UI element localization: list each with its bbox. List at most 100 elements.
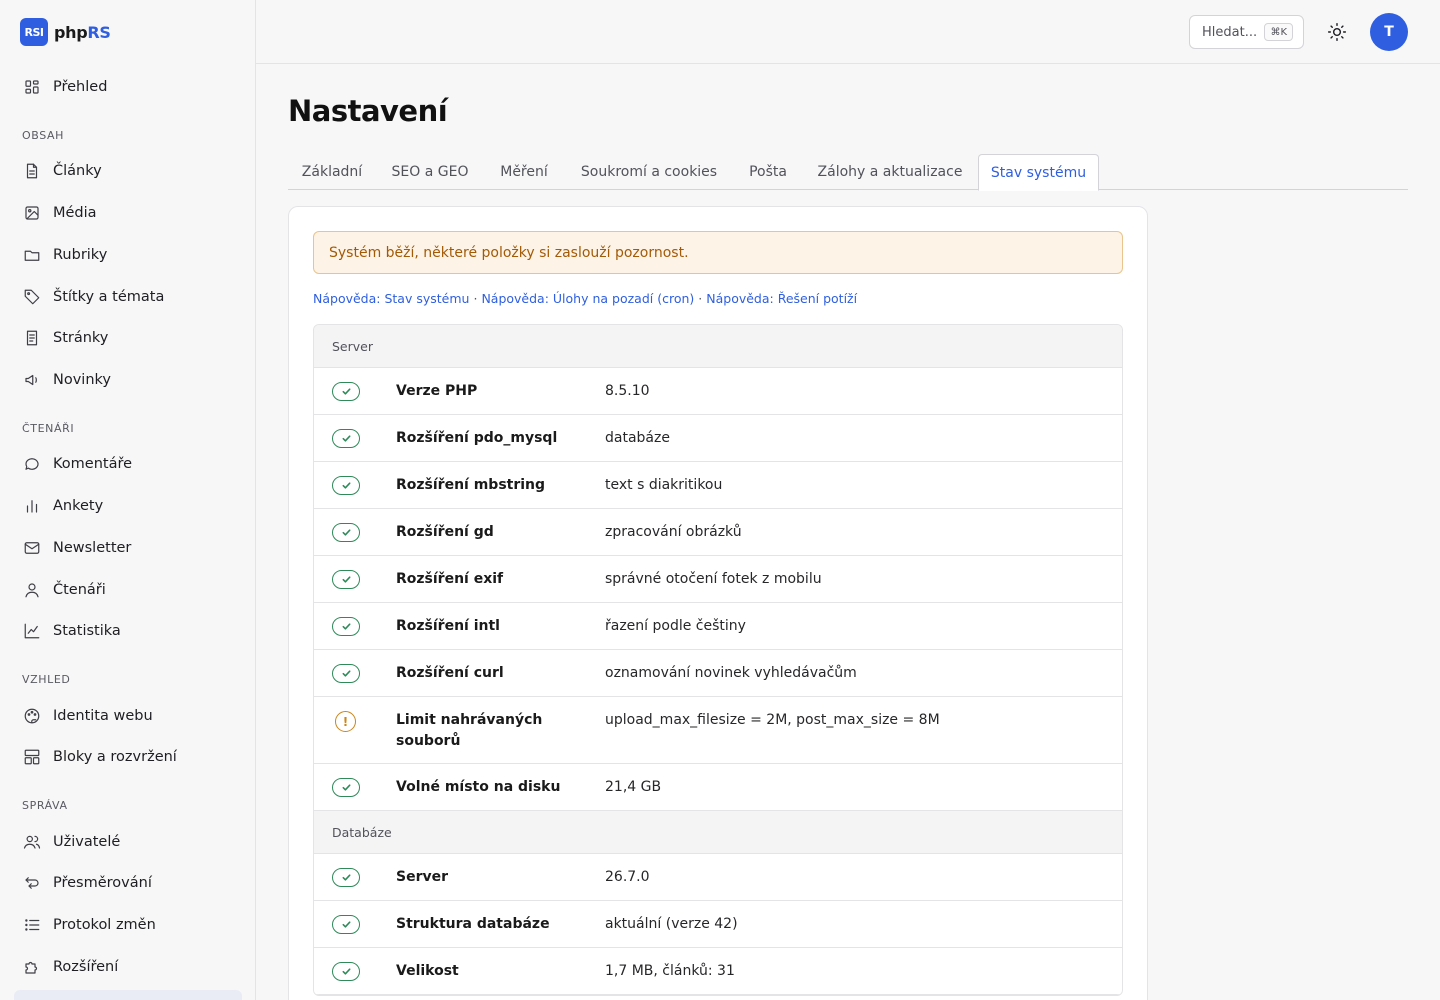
sidebar-item-novinky[interactable]: Novinky [14, 362, 242, 398]
sidebar-item-label: Uživatelé [53, 834, 121, 850]
brand[interactable]: RSI phpRS [20, 18, 111, 46]
row-name: Rozšíření exif [396, 571, 504, 587]
tab-posta[interactable]: Pošta [734, 154, 802, 190]
sun-icon[interactable] [1324, 19, 1350, 45]
help-link-napoveda-reseni-potizi[interactable]: Nápověda: Řešení potíží [706, 291, 857, 306]
puzzle-icon [22, 957, 42, 977]
check-icon [332, 962, 360, 981]
table-row: Server 26.7.0 [314, 854, 1122, 901]
sidebar-item-media[interactable]: Média [14, 195, 242, 231]
tab-stav-systemu[interactable]: Stav systému [978, 154, 1099, 191]
sidebar-item-ankety[interactable]: Ankety [14, 488, 242, 524]
avatar[interactable]: T [1370, 13, 1408, 51]
sidebar: RSI phpRS Přehled Obsah Články Média Rubriky… [0, 0, 256, 1000]
row-value: správné otočení fotek z mobilu [605, 571, 822, 587]
table-row: Rozšíření intl řazení podle češtiny [314, 603, 1122, 650]
sidebar-section-obsah: Obsah [22, 129, 64, 142]
layout-icon [22, 747, 42, 767]
search-button[interactable]: Hledat... ⌘K [1189, 15, 1304, 49]
sidebar-section-sprava: Správa [22, 799, 68, 812]
tab-mereni[interactable]: Měření [484, 154, 564, 190]
sidebar-item-ctenari[interactable]: Čtenáři [14, 572, 242, 608]
palette-icon [22, 706, 42, 726]
sidebar-item-protokol-zmen[interactable]: Protokol změn [14, 907, 242, 943]
sidebar-item-label: Přesměrování [53, 875, 152, 891]
sidebar-item-identita-webu[interactable]: Identita webu [14, 698, 242, 734]
sidebar-item-label: Protokol změn [53, 917, 156, 933]
sidebar-item-rozsireni[interactable]: Rozšíření [14, 949, 242, 985]
row-value: 21,4 GB [605, 779, 662, 795]
folder-icon [22, 245, 42, 265]
sidebar-section-ctenari: Čtenáři [22, 422, 75, 435]
poll-icon [22, 496, 42, 516]
sidebar-item-label: Statistika [53, 623, 121, 639]
sidebar-item-stitky-a-temata[interactable]: Štítky a témata [14, 279, 242, 315]
sidebar-item-label: Rubriky [53, 247, 108, 263]
sidebar-item-label: Přehled [53, 79, 108, 95]
sidebar-item-label: Štítky a témata [53, 289, 165, 305]
row-value: 1,7 MB, článků: 31 [605, 963, 735, 979]
sidebar-item-statistika[interactable]: Statistika [14, 613, 242, 649]
tab-zakladni[interactable]: Základní [288, 154, 376, 190]
table-row: Rozšíření pdo_mysql databáze [314, 415, 1122, 462]
sidebar-item-label: Rozšíření [53, 959, 119, 975]
check-icon [332, 915, 360, 934]
sidebar-item-bloky-a-rozvrzeni[interactable]: Bloky a rozvržení [14, 739, 242, 775]
megaphone-icon [22, 370, 42, 390]
sidebar-item-label: Ankety [53, 498, 104, 514]
sidebar-item-komentare[interactable]: Komentáře [14, 446, 242, 482]
grid-icon [22, 77, 42, 97]
sidebar-item-prehled[interactable]: Přehled [14, 69, 242, 105]
table-row: Rozšíření exif správné otočení fotek z mo… [314, 556, 1122, 603]
group-header-server: Server [314, 325, 1122, 368]
sidebar-item-label: Čtenáři [53, 582, 106, 598]
tab-seo-a-geo[interactable]: SEO a GEO [378, 154, 482, 190]
status-table: Server Verze PHP 8.5.10 Rozšíření pdo_mysql… [313, 324, 1123, 996]
sidebar-section-vzhled: Vzhled [22, 673, 71, 686]
brand-logo: RSI [20, 18, 48, 46]
document-icon [22, 161, 42, 181]
row-name: Limit nahrávaných souborů [396, 712, 543, 749]
row-name: Rozšíření mbstring [396, 477, 546, 493]
image-icon [22, 203, 42, 223]
row-name: Rozšíření curl [396, 665, 504, 681]
sidebar-item-label: Média [53, 205, 97, 221]
help-link-napoveda-ulohy-na-pozadi-cron[interactable]: Nápověda: Úlohy na pozadí (cron) [481, 291, 694, 306]
help-link-separator: · [698, 291, 703, 306]
sidebar-item-uzivatele[interactable]: Uživatelé [14, 824, 242, 860]
settings-tabs: Základní SEO a GEO Měření Soukromí a cookie… [288, 154, 1408, 191]
sidebar-item-active-partial[interactable] [14, 990, 242, 1000]
sidebar-item-label: Stránky [53, 330, 109, 346]
row-name: Volné místo na disku [396, 779, 561, 795]
tab-zalohy-a-aktualizace[interactable]: Zálohy a aktualizace [804, 154, 976, 190]
row-value: zpracování obrázků [605, 524, 742, 540]
brand-name-plain: php [54, 22, 88, 42]
check-icon [332, 523, 360, 542]
redirect-icon [22, 873, 42, 893]
check-icon [332, 778, 360, 797]
help-link-napoveda-stav-systemu[interactable]: Nápověda: Stav systému [313, 291, 469, 306]
page-icon [22, 328, 42, 348]
sidebar-item-presmerovani[interactable]: Přesměrování [14, 865, 242, 901]
sidebar-item-newsletter[interactable]: Newsletter [14, 530, 242, 566]
row-value: databáze [605, 430, 670, 446]
table-row: Struktura databáze aktuální (verze 42) [314, 901, 1122, 948]
list-icon [22, 915, 42, 935]
row-value: aktuální (verze 42) [605, 916, 738, 932]
sidebar-item-label: Články [53, 163, 102, 179]
table-row: Rozšíření mbstring text s diakritikou [314, 462, 1122, 509]
sidebar-item-clanky[interactable]: Články [14, 153, 242, 189]
warning-icon: ! [335, 711, 356, 732]
check-icon [332, 429, 360, 448]
tab-soukromi-a-cookies[interactable]: Soukromí a cookies [566, 154, 732, 190]
row-name: Struktura databáze [396, 916, 550, 932]
sidebar-item-stranky[interactable]: Stránky [14, 320, 242, 356]
sidebar-item-label: Komentáře [53, 456, 133, 472]
row-value: řazení podle češtiny [605, 618, 746, 634]
sidebar-item-label: Bloky a rozvržení [53, 749, 177, 765]
help-link-separator: · [473, 291, 478, 306]
table-row: ! Limit nahrávaných souborů upload_max_fil… [314, 697, 1122, 764]
check-icon [332, 570, 360, 589]
sidebar-item-rubriky[interactable]: Rubriky [14, 237, 242, 273]
row-value: 8.5.10 [605, 383, 650, 399]
